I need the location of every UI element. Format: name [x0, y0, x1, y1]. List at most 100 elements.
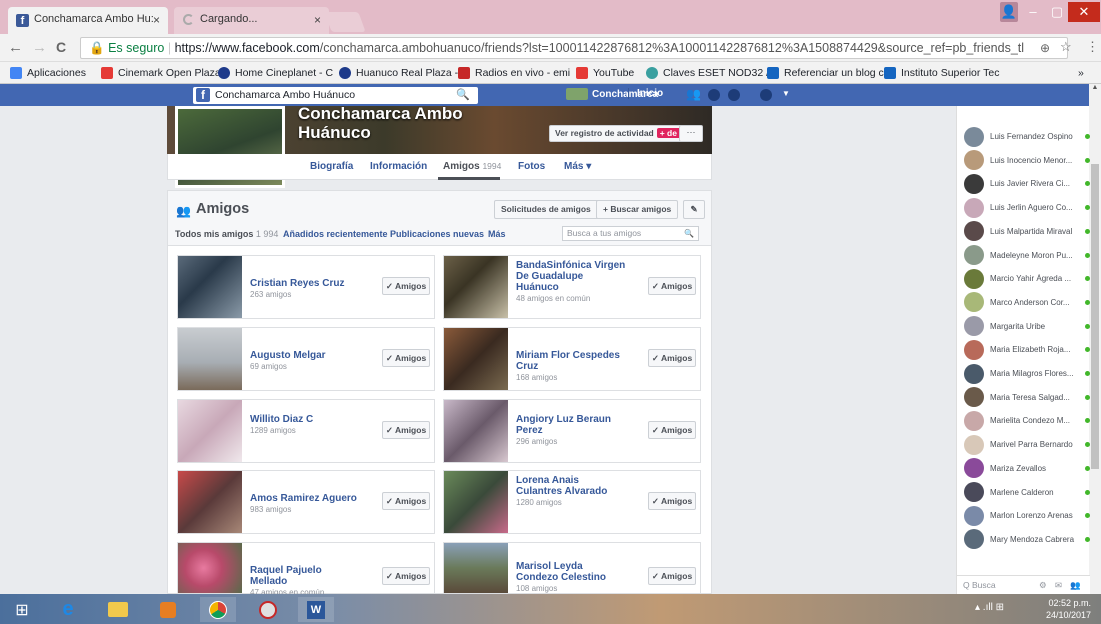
user-profile-icon[interactable]: 👤 — [1000, 2, 1018, 22]
account-menu-chevron-icon[interactable]: ▼ — [782, 89, 790, 98]
chat-contact[interactable]: Margarita Uribe — [957, 315, 1090, 338]
friend-name[interactable]: Marisol Leyda Condezo Celestino 108 amigo… — [516, 561, 626, 594]
friend-photo[interactable] — [444, 471, 508, 533]
new-tab-button[interactable] — [324, 12, 366, 32]
maximize-button[interactable]: ▢ — [1046, 2, 1068, 22]
facebook-search-input[interactable]: f Conchamarca Ambo Huánuco 🔍 — [193, 87, 478, 104]
friend-photo[interactable] — [178, 256, 242, 318]
paint-icon[interactable] — [250, 597, 286, 622]
tab-loading[interactable]: Cargando... × — [174, 7, 329, 34]
friends-status-button[interactable]: ✓ Amigos — [648, 492, 696, 510]
friends-status-button[interactable]: ✓ Amigos — [648, 349, 696, 367]
chat-contact[interactable]: Luis Inocencio Menor... — [957, 149, 1090, 172]
friend-name[interactable]: Willito Diaz C 1289 amigos — [250, 414, 360, 436]
bookmark-cineplanet[interactable]: Home Cineplanet - C — [218, 62, 333, 83]
activity-log-button[interactable]: Ver registro de actividad + de 10 — [549, 125, 698, 142]
bookmark-youtube[interactable]: YouTube — [576, 62, 634, 83]
notifications-globe-icon[interactable] — [728, 89, 740, 101]
tab-friends[interactable]: Amigos 1994 — [443, 161, 501, 172]
friend-name[interactable]: Lorena Anais Culantres Alvarado 1280 amig… — [516, 475, 626, 508]
friend-name[interactable]: Miriam Flor Cespedes Cruz 168 amigos — [516, 350, 626, 383]
search-icon[interactable]: 🔍 — [684, 227, 694, 240]
filter-more[interactable]: Más — [488, 229, 506, 239]
windows-start-icon[interactable]: ⊞ — [4, 597, 40, 622]
system-tray-icons[interactable]: ▴ .ıll ⊞ — [975, 602, 1004, 613]
chat-contact[interactable]: Marcio Yahir Ágreda ... — [957, 267, 1090, 290]
friend-photo[interactable] — [444, 400, 508, 462]
friends-status-button[interactable]: ✓ Amigos — [648, 421, 696, 439]
tab-conchamarca[interactable]: f Conchamarca Ambo Hu: × — [8, 7, 168, 34]
friends-search-input[interactable]: Busca a tus amigos 🔍 — [562, 226, 699, 241]
bookmark-huanuco-plaza[interactable]: Huanuco Real Plaza - — [339, 62, 458, 83]
zoom-icon[interactable]: ⊕ — [1040, 41, 1050, 55]
scrollbar-thumb[interactable] — [1091, 164, 1099, 469]
friends-status-button[interactable]: ✓ Amigos — [648, 567, 696, 585]
friend-requests-icon[interactable]: 👥 — [686, 87, 701, 101]
friend-name[interactable]: Augusto Melgar 69 amigos — [250, 350, 360, 372]
bookmark-blog[interactable]: Referenciar un blog c — [767, 62, 884, 83]
chat-contact[interactable]: Madeleyne Moron Pu... — [957, 244, 1090, 267]
friend-name[interactable]: Angiory Luz Beraun Perez 296 amigos — [516, 414, 626, 447]
tab-timeline[interactable]: Biografía — [310, 161, 353, 172]
messages-icon[interactable] — [708, 89, 720, 101]
search-icon[interactable]: 🔍 — [456, 87, 470, 104]
file-explorer-icon[interactable] — [100, 597, 136, 622]
friend-photo[interactable] — [444, 256, 508, 318]
tab-more[interactable]: Más ▾ — [564, 161, 591, 172]
filter-new-posts[interactable]: Publicaciones nuevas — [390, 229, 484, 239]
chat-contact[interactable]: Marco Anderson Cor... — [957, 291, 1090, 314]
friend-photo[interactable] — [178, 471, 242, 533]
friend-photo[interactable] — [444, 328, 508, 390]
nav-home-link[interactable]: Inicio — [628, 88, 663, 99]
minimize-button[interactable]: – — [1022, 2, 1044, 22]
close-window-button[interactable]: ✕ — [1068, 2, 1100, 22]
friend-photo[interactable] — [178, 400, 242, 462]
bookmark-apps[interactable]: Aplicaciones — [10, 62, 86, 83]
chat-contact[interactable]: Luis Fernandez Ospino — [957, 125, 1090, 148]
tab-close-icon[interactable]: × — [153, 13, 160, 27]
friends-status-button[interactable]: ✓ Amigos — [382, 421, 430, 439]
chat-options-icon[interactable]: ⚙ ✉ 👥 — [1039, 576, 1084, 594]
chat-contact[interactable]: Marlon Lorenzo Arenas — [957, 504, 1090, 527]
word-icon[interactable]: W — [298, 597, 334, 622]
tab-about[interactable]: Información — [370, 161, 427, 172]
tab-close-icon[interactable]: × — [314, 13, 321, 27]
url-input[interactable]: 🔒 Es seguro | https://www.facebook.com/c… — [80, 37, 1068, 59]
friend-name[interactable]: Cristian Reyes Cruz 263 amigos — [250, 278, 360, 300]
chat-contact[interactable]: Marielita Condezo M... — [957, 409, 1090, 432]
friends-status-button[interactable]: ✓ Amigos — [648, 277, 696, 295]
friend-photo[interactable] — [444, 543, 508, 593]
reload-icon[interactable]: C — [56, 39, 66, 55]
chat-contact[interactable]: Mary Mendoza Cabrera — [957, 528, 1090, 551]
menu-icon[interactable]: ⋮ — [1086, 39, 1099, 55]
find-friends-button[interactable]: + Buscar amigos — [596, 200, 679, 219]
friend-name[interactable]: Amos Ramirez Aguero 983 amigos — [250, 493, 360, 515]
chat-contact[interactable]: Maria Teresa Salgad... — [957, 386, 1090, 409]
facebook-logo-icon[interactable]: f — [196, 88, 210, 102]
forward-arrow-icon[interactable]: → — [32, 39, 47, 56]
friend-photo[interactable] — [178, 543, 242, 593]
help-icon[interactable] — [760, 89, 772, 101]
filter-recently-added[interactable]: Añadidos recientemente — [283, 229, 388, 239]
chat-contact[interactable]: Luis Jerlin Aguero Co... — [957, 196, 1090, 219]
friend-photo[interactable] — [178, 328, 242, 390]
bookmark-eset[interactable]: Claves ESET NOD32 / — [646, 62, 769, 83]
internet-explorer-icon[interactable]: e — [50, 597, 86, 622]
chat-contact[interactable]: Maria Elizabeth Roja... — [957, 338, 1090, 361]
tab-photos[interactable]: Fotos — [518, 161, 545, 172]
chat-contact[interactable]: Luis Malpartida Miraval — [957, 220, 1090, 243]
more-bookmarks[interactable]: » — [1078, 62, 1084, 83]
friend-name[interactable]: BandaSinfónica Virgen De Guadalupe Huánu… — [516, 260, 626, 304]
more-options-button[interactable]: ··· — [679, 125, 703, 142]
bookmark-radios[interactable]: Radios en vivo - emi — [458, 62, 570, 83]
friends-status-button[interactable]: ✓ Amigos — [382, 567, 430, 585]
chat-contact[interactable]: Marivel Parra Bernardo — [957, 433, 1090, 456]
bookmark-instituto[interactable]: Instituto Superior Tec — [884, 62, 999, 83]
chat-contact[interactable]: Luis Javier Rivera Ci... — [957, 172, 1090, 195]
bookmark-cinemark[interactable]: Cinemark Open Plaza — [101, 62, 221, 83]
chat-contact[interactable]: Maria Milagros Flores... — [957, 362, 1090, 385]
star-icon[interactable]: ☆ — [1060, 39, 1072, 55]
friends-status-button[interactable]: ✓ Amigos — [382, 492, 430, 510]
filter-all-friends[interactable]: Todos mis amigos 1 994 — [175, 229, 278, 239]
chat-search-input[interactable]: Q Busca ⚙ ✉ 👥 — [957, 575, 1090, 594]
